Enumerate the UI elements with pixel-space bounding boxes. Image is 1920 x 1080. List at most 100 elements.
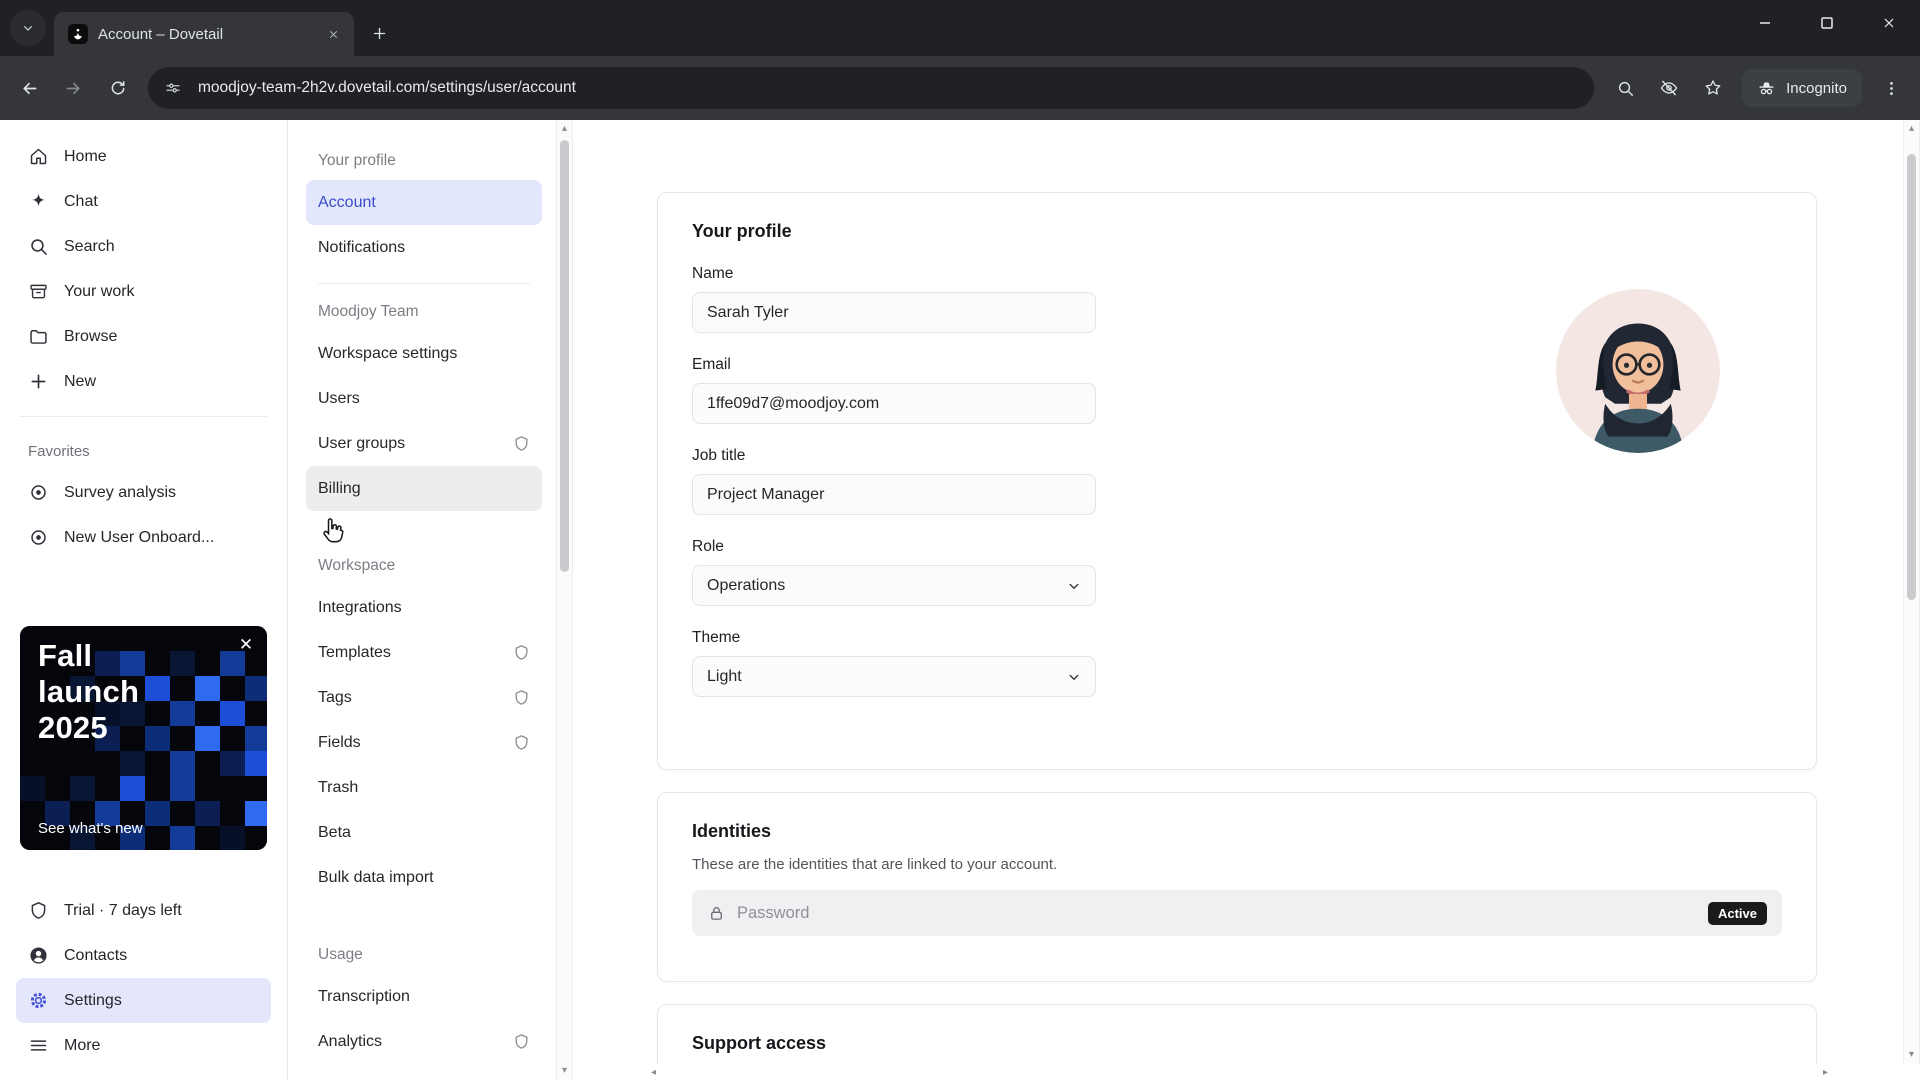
settings-nav-item-billing[interactable]: Billing — [306, 466, 542, 511]
restore-button[interactable] — [1796, 0, 1858, 46]
sidebar-footer: Trial · 7 days left Contacts Settings Mo… — [16, 888, 271, 1068]
settings-nav-label: Bulk data import — [318, 868, 434, 886]
role-label: Role — [692, 538, 724, 555]
tab-close-icon[interactable] — [320, 21, 346, 47]
theme-select[interactable]: Light — [692, 656, 1096, 697]
sidebar-item-more[interactable]: More — [16, 1023, 271, 1068]
favorite-item-new-user-onboarding[interactable]: New User Onboard... — [16, 515, 271, 560]
job-title-input[interactable] — [692, 474, 1096, 515]
settings-nav-item-beta[interactable]: Beta — [306, 810, 542, 855]
promo-link[interactable]: See what's new — [38, 820, 143, 837]
sidebar-item-your-work[interactable]: Your work — [16, 269, 271, 314]
avatar[interactable] — [1556, 289, 1720, 453]
favorite-item-survey-analysis[interactable]: Survey analysis — [16, 470, 271, 515]
scroll-up-icon[interactable]: ▴ — [1904, 122, 1919, 136]
password-eye-off-icon[interactable] — [1648, 67, 1690, 109]
sidebar-item-search[interactable]: Search — [16, 224, 271, 269]
sidebar-item-chat[interactable]: Chat — [16, 179, 271, 224]
page-content: Home Chat Search Your work Browse New Fa… — [0, 120, 1920, 1080]
support-access-card: Support access — [657, 1004, 1817, 1064]
profile-card: Your profile Name Email Job title Role O… — [657, 192, 1817, 770]
browser-menu-icon[interactable] — [1870, 67, 1912, 109]
person-icon — [28, 945, 49, 966]
theme-label: Theme — [692, 629, 741, 646]
tab-search-button[interactable] — [10, 10, 46, 46]
settings-nav-item-users[interactable]: Users — [306, 376, 542, 421]
sidebar-item-label: Chat — [64, 192, 98, 210]
scroll-right-icon[interactable]: ▸ — [1823, 1067, 1828, 1078]
reload-button[interactable] — [96, 67, 138, 109]
settings-nav-item-bulk-data-import[interactable]: Bulk data import — [306, 855, 542, 900]
scroll-down-icon[interactable]: ▾ — [1904, 1048, 1919, 1062]
support-access-title: Support access — [692, 1033, 827, 1053]
settings-section-header: Your profile — [318, 152, 396, 169]
incognito-icon — [1757, 79, 1776, 98]
promo-title: Fall launch 2025 — [38, 638, 140, 745]
dovetail-favicon — [68, 24, 88, 44]
settings-section-header: Workspace — [318, 557, 396, 574]
sidebar-item-label: Your work — [64, 282, 135, 300]
settings-nav-label: Beta — [318, 823, 351, 841]
settings-nav-label: User groups — [318, 434, 406, 452]
role-select[interactable]: Operations — [692, 565, 1096, 606]
minimize-button[interactable] — [1734, 0, 1796, 46]
email-input[interactable] — [692, 383, 1096, 424]
settings-nav-item-fields[interactable]: Fields — [306, 720, 542, 765]
sidebar-item-home[interactable]: Home — [16, 134, 271, 179]
close-window-button[interactable] — [1858, 0, 1920, 46]
settings-nav-item-workspace-settings[interactable]: Workspace settings — [306, 331, 542, 376]
incognito-badge: Incognito — [1742, 69, 1862, 107]
main-panel: Your profile Name Email Job title Role O… — [573, 120, 1920, 1080]
chevron-down-icon — [1065, 668, 1083, 686]
settings-nav-item-transcription[interactable]: Transcription — [306, 974, 542, 1019]
app-sidebar: Home Chat Search Your work Browse New Fa… — [0, 120, 288, 1080]
scrollbar-thumb[interactable] — [560, 140, 569, 572]
settings-nav-item-trash[interactable]: Trash — [306, 765, 542, 810]
settings-section-header: Moodjoy Team — [318, 303, 419, 320]
name-label: Name — [692, 265, 734, 282]
settings-nav-item-analytics[interactable]: Analytics — [306, 1019, 542, 1064]
settings-nav-item-integrations[interactable]: Integrations — [306, 585, 542, 630]
sidebar-item-browse[interactable]: Browse — [16, 314, 271, 359]
name-input[interactable] — [692, 292, 1096, 333]
sidebar-item-label: Browse — [64, 327, 118, 345]
sidebar-item-new[interactable]: New — [16, 359, 271, 404]
settings-nav-item-notifications[interactable]: Notifications — [306, 225, 542, 270]
chevron-down-icon — [1065, 577, 1083, 595]
settings-nav-label: Templates — [318, 643, 391, 661]
settings-nav-scrollbar[interactable]: ▴ ▾ — [556, 120, 573, 1080]
forward-button[interactable] — [52, 67, 94, 109]
settings-nav-item-tags[interactable]: Tags — [306, 675, 542, 720]
sidebar-item-contacts[interactable]: Contacts — [16, 933, 271, 978]
sidebar-item-settings[interactable]: Settings — [16, 978, 271, 1023]
browser-toolbar: moodjoy-team-2h2v.dovetail.com/settings/… — [0, 56, 1920, 120]
sidebar-item-label: Trial · 7 days left — [64, 901, 182, 919]
back-button[interactable] — [8, 67, 50, 109]
main-scrollbar[interactable]: ▴ ▾ — [1903, 120, 1920, 1064]
scroll-left-icon[interactable]: ◂ — [651, 1067, 656, 1078]
shield-icon — [28, 900, 49, 921]
settings-nav-item-templates[interactable]: Templates — [306, 630, 542, 675]
bookmark-star-icon[interactable] — [1692, 67, 1734, 109]
main-horizontal-scrollbar[interactable]: ◂ ▸ — [651, 1064, 1828, 1080]
site-info-icon[interactable] — [156, 71, 190, 105]
tab-title: Account – Dovetail — [98, 25, 224, 43]
settings-nav: Your profile Account Notifications Moodj… — [288, 120, 556, 1080]
settings-nav-item-user-groups[interactable]: User groups — [306, 421, 542, 466]
scroll-down-icon[interactable]: ▾ — [557, 1064, 572, 1078]
promo-close-icon[interactable]: ✕ — [233, 632, 259, 658]
new-tab-button[interactable] — [362, 16, 396, 50]
premium-shield-icon — [513, 435, 530, 452]
password-identity-row[interactable]: Password Active — [692, 890, 1782, 936]
gear-icon — [28, 990, 49, 1011]
zoom-icon[interactable] — [1604, 67, 1646, 109]
url-bar[interactable]: moodjoy-team-2h2v.dovetail.com/settings/… — [148, 67, 1595, 109]
scroll-up-icon[interactable]: ▴ — [557, 122, 572, 136]
scrollbar-thumb[interactable] — [1907, 154, 1916, 600]
settings-nav-label: Transcription — [318, 987, 410, 1005]
settings-nav-item-account[interactable]: Account — [306, 180, 542, 225]
search-icon — [28, 236, 49, 257]
browser-tab[interactable]: Account – Dovetail — [54, 12, 354, 56]
sidebar-item-trial[interactable]: Trial · 7 days left — [16, 888, 271, 933]
promo-card[interactable]: Fall launch 2025 See what's new ✕ — [20, 626, 267, 850]
